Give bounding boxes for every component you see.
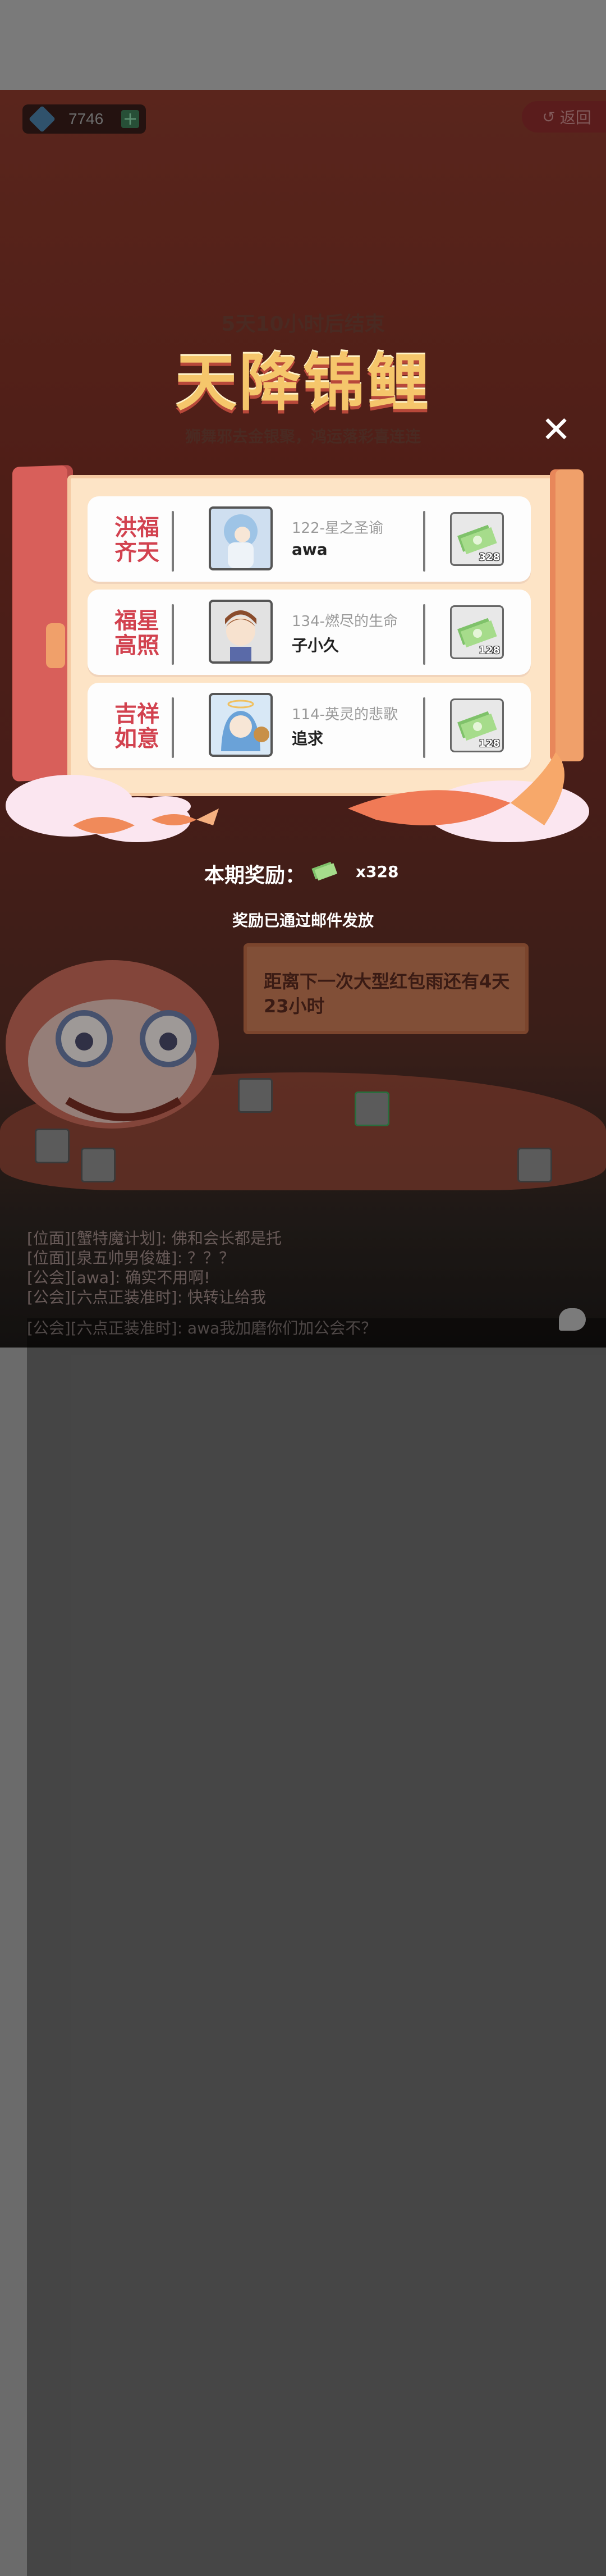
rank-title-line: 齐天 — [114, 540, 159, 565]
close-button[interactable]: ✕ — [540, 412, 572, 448]
server-name: 122-星之圣谕 — [292, 520, 384, 537]
koi-fish-icon — [348, 752, 564, 825]
scroll-roller-left — [12, 465, 73, 782]
player-name: awa — [292, 540, 328, 559]
rank-title-line: 洪福 — [114, 515, 159, 541]
player-name: 子小久 — [292, 636, 339, 655]
reward-item[interactable]: 328 — [450, 512, 504, 566]
rank-title: 福星 高照 — [103, 609, 171, 658]
divider — [423, 511, 425, 572]
server-name: 134-燃尽的生命 — [292, 613, 398, 630]
rank-title: 洪福 齐天 — [103, 515, 171, 565]
divider — [172, 604, 174, 665]
avatar[interactable] — [209, 506, 273, 570]
reward-count: 128 — [479, 645, 500, 656]
scroll-tab — [46, 623, 65, 668]
cash-icon — [311, 861, 338, 881]
event-title: 天降锦鲤 — [175, 347, 431, 419]
avatar-portrait-icon — [221, 700, 269, 751]
chat-message: [公会][六点正装准时]: awa我加磨你们加公会不？ — [27, 1318, 606, 2576]
rank-card-1: 洪福 齐天 122-星之圣谕 awa 328 — [88, 496, 531, 582]
event-slogan: 狮舞邪去金银聚，鸿运落彩喜连连 — [185, 427, 421, 446]
rank-card-2: 福星 高照 134-燃尽的生命 子小久 128 — [88, 590, 531, 675]
period-reward-amount: x328 — [356, 862, 399, 881]
period-reward-label: 本期奖励： — [204, 864, 306, 887]
reward-item[interactable]: 128 — [450, 605, 504, 659]
rank-title: 吉祥 如意 — [103, 702, 171, 751]
divider — [172, 511, 174, 572]
reward-count: 328 — [479, 551, 500, 563]
status-bar-area — [0, 0, 606, 90]
avatar[interactable] — [209, 693, 273, 757]
rank-title-line: 福星 — [114, 608, 159, 634]
avatar[interactable] — [209, 600, 273, 664]
rank-title-line: 如意 — [114, 726, 159, 752]
server-name: 114-英灵的悲歌 — [292, 706, 398, 723]
avatar-portrait-icon — [225, 610, 256, 661]
player-name: 追求 — [292, 729, 324, 748]
avatar-portrait-icon — [224, 514, 258, 568]
rank-title-line: 吉祥 — [114, 701, 159, 727]
mail-delivery-note: 奖励已通过邮件发放 — [232, 911, 374, 930]
divider — [423, 604, 425, 665]
koi-fish-icon — [73, 809, 219, 834]
rank-title-line: 高照 — [114, 633, 159, 659]
scroll-roller-right — [550, 469, 584, 761]
divider — [172, 697, 174, 758]
